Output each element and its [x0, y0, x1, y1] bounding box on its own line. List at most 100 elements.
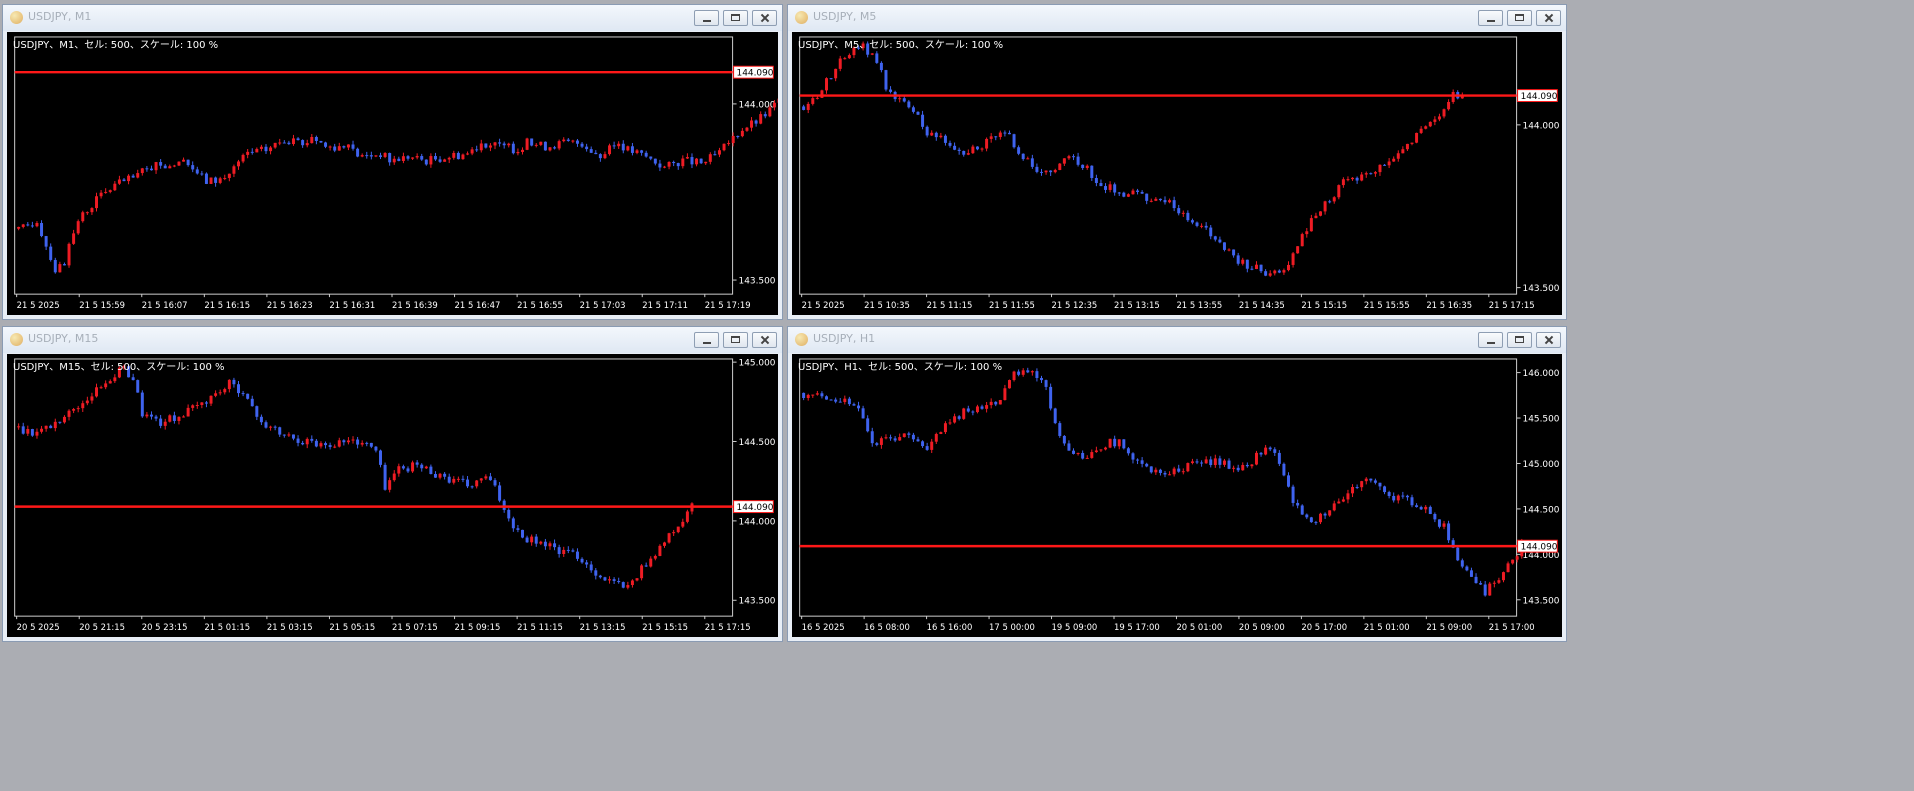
candle: [1387, 492, 1391, 496]
price-line-label: 144.090: [737, 503, 774, 513]
candle: [324, 142, 328, 147]
chart-window-m1[interactable]: USDJPY, M1 144.000 143.500 21 5 2025 21 5 1…: [2, 4, 783, 320]
candle: [1360, 174, 1364, 181]
candle: [998, 132, 1002, 138]
candle: [438, 159, 442, 162]
candle: [433, 156, 437, 160]
candle: [685, 511, 689, 522]
restore-button[interactable]: [1507, 10, 1532, 26]
chart-window-h1[interactable]: USDJPY, H1 146.000 145.500 145.000 144.500 1…: [787, 326, 1567, 642]
candle: [420, 464, 424, 469]
candle: [898, 98, 902, 100]
close-button[interactable]: [1536, 332, 1561, 348]
candle: [1383, 164, 1387, 166]
candle: [314, 137, 318, 141]
x-tick-label: 21 5 15:55: [1364, 300, 1410, 310]
candle: [736, 135, 740, 137]
window-title-bar[interactable]: USDJPY, M15: [3, 327, 782, 353]
candle: [534, 144, 538, 146]
candle: [1163, 200, 1167, 203]
close-button[interactable]: [1536, 10, 1561, 26]
minimize-button[interactable]: [694, 10, 719, 26]
candle: [461, 154, 465, 160]
candle: [168, 415, 172, 422]
minimize-button[interactable]: [1478, 10, 1503, 26]
chart-window-m15[interactable]: USDJPY, M15 145.000 144.500 144.000 143.500…: [2, 326, 783, 642]
candle: [525, 537, 529, 543]
candle: [566, 549, 570, 551]
candle: [708, 154, 712, 162]
chart-area[interactable]: 144.000 143.500 21 5 2025 21 5 10:35 21 5 11…: [792, 32, 1562, 315]
candle: [95, 196, 99, 209]
candle: [113, 377, 117, 382]
candle: [1282, 463, 1286, 476]
candle: [401, 156, 405, 161]
candle: [259, 146, 263, 149]
candle: [182, 416, 186, 418]
restore-button[interactable]: [1507, 332, 1532, 348]
candle: [1209, 227, 1213, 237]
candle: [342, 440, 346, 443]
window-title-bar[interactable]: USDJPY, M5: [788, 5, 1566, 31]
candle: [1332, 503, 1336, 511]
x-tick-label: 21 5 15:15: [1301, 300, 1347, 310]
candle: [557, 141, 561, 149]
chart-area[interactable]: 144.000 143.500 21 5 2025 21 5 15:59 21 5 16…: [7, 32, 778, 315]
chart-area[interactable]: 145.000 144.500 144.000 143.500 20 5 2025 20 …: [7, 354, 778, 637]
x-tick-label: 16 5 2025: [802, 622, 845, 632]
candle: [1245, 259, 1249, 269]
candle: [397, 466, 401, 474]
candle: [1067, 443, 1071, 451]
window-title-bar[interactable]: USDJPY, H1: [788, 327, 1566, 353]
candle: [621, 143, 625, 151]
candle: [1351, 177, 1355, 180]
candle: [484, 143, 488, 148]
x-tick-label: 21 5 10:35: [864, 300, 910, 310]
candle: [127, 175, 131, 182]
window-title-bar[interactable]: USDJPY, M1: [3, 5, 782, 31]
candle: [957, 416, 961, 419]
candle: [108, 190, 112, 192]
close-button[interactable]: [752, 332, 777, 348]
candle: [1168, 474, 1172, 476]
candle: [305, 143, 309, 146]
candle: [218, 178, 222, 183]
candle: [980, 148, 984, 150]
candle: [768, 107, 772, 117]
candle: [1003, 132, 1007, 134]
candle: [1401, 495, 1405, 497]
candle: [1415, 132, 1419, 143]
window-title: USDJPY, M1: [28, 10, 92, 23]
candle: [237, 384, 240, 394]
candle: [1419, 128, 1423, 133]
candle: [502, 500, 506, 510]
candle: [1021, 370, 1025, 375]
candle: [1012, 134, 1016, 148]
x-tick-label: 21 5 15:59: [79, 300, 125, 310]
chart-window-m5[interactable]: USDJPY, M5 144.000 143.500 21 5 2025 21 5 1…: [787, 4, 1567, 320]
candle: [811, 394, 815, 396]
candle: [811, 98, 815, 104]
x-tick-label: 21 5 13:55: [1176, 300, 1222, 310]
candle: [1126, 194, 1130, 197]
candle: [649, 558, 653, 567]
minimize-button[interactable]: [694, 332, 719, 348]
restore-button[interactable]: [723, 10, 748, 26]
x-tick-label: 21 5 11:55: [989, 300, 1035, 310]
candle: [85, 400, 89, 404]
candle: [1140, 460, 1144, 464]
close-button[interactable]: [752, 10, 777, 26]
candle: [1026, 370, 1030, 373]
candle: [1254, 264, 1258, 270]
candle: [884, 70, 888, 90]
y-tick-label: 146.000: [1523, 369, 1560, 379]
candle: [934, 433, 938, 442]
restore-button[interactable]: [723, 332, 748, 348]
candle: [1204, 459, 1208, 464]
candle: [1419, 507, 1423, 510]
minimize-button[interactable]: [1478, 332, 1503, 348]
x-tick-label: 21 5 17:19: [705, 300, 751, 310]
chart-area[interactable]: 146.000 145.500 145.000 144.500 144.000 143.5…: [792, 354, 1562, 637]
candle: [1172, 200, 1176, 209]
candle: [99, 192, 103, 197]
